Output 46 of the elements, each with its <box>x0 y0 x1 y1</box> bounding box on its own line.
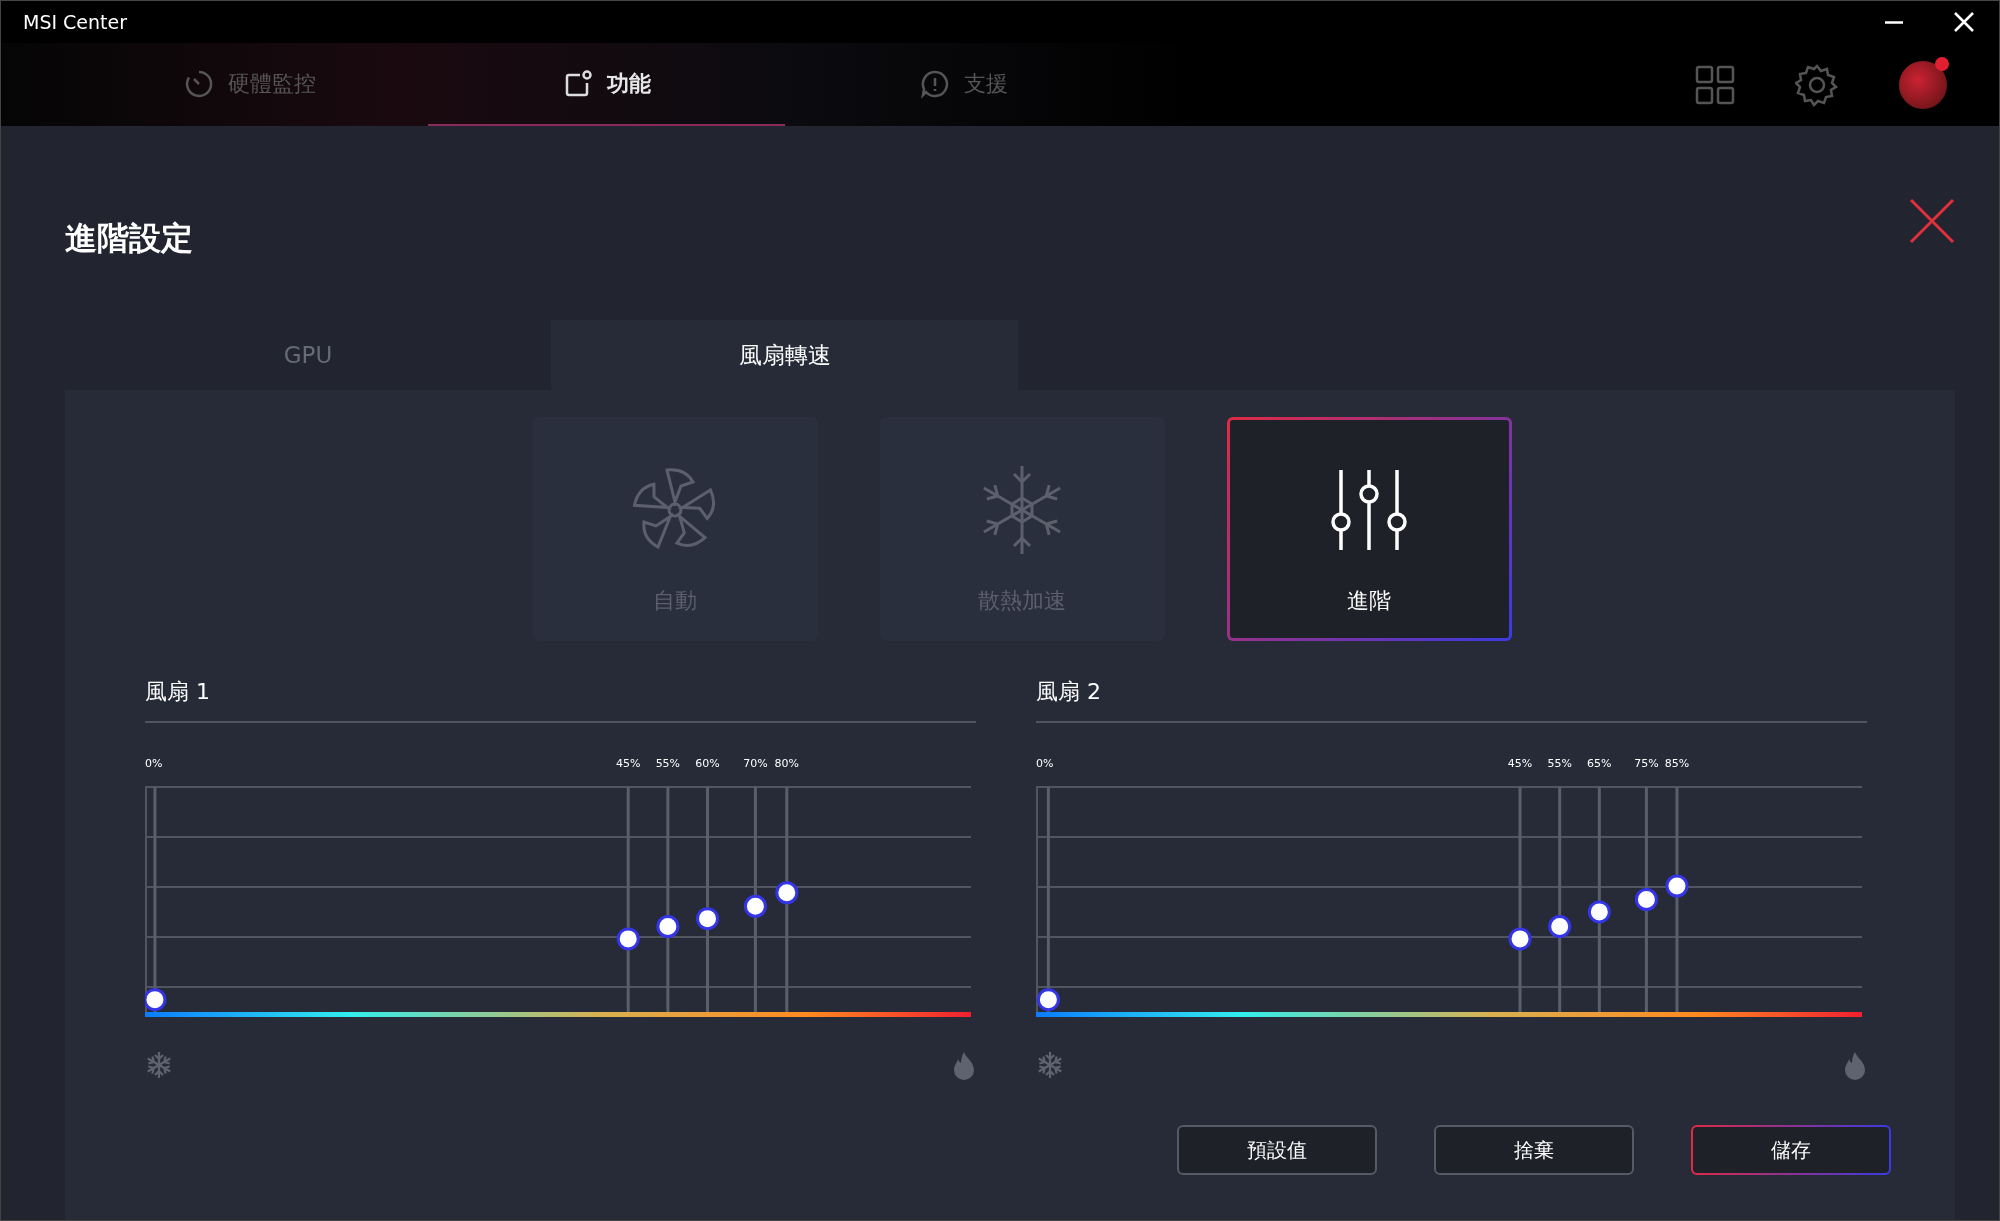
close-icon <box>1953 11 1975 33</box>
grid-icon[interactable] <box>1695 64 1735 105</box>
point-label: 45% <box>616 757 641 770</box>
curve-point[interactable] <box>616 927 640 951</box>
nav-tab[interactable]: 功能 <box>428 43 785 126</box>
curve-point[interactable] <box>743 894 767 918</box>
point-label: 60% <box>695 757 720 770</box>
curve-point[interactable] <box>775 881 799 905</box>
point-label: 75% <box>1634 757 1659 770</box>
snowflake-icon <box>1036 1051 1064 1079</box>
point-label: 45% <box>1507 757 1533 770</box>
minimize-icon <box>1885 20 1903 24</box>
gauge-icon <box>183 68 214 99</box>
chat-alert-icon <box>919 68 950 99</box>
close-icon[interactable] <box>1909 198 1955 244</box>
curve-point[interactable] <box>1665 874 1689 898</box>
point-label: 85% <box>1664 757 1690 770</box>
fan-title: 風扇 2 <box>1036 677 1867 723</box>
window-title: MSI Center <box>23 11 129 33</box>
point-label: 65% <box>1587 757 1612 770</box>
user-avatar[interactable] <box>1899 60 1947 109</box>
page-title: 進階設定 <box>65 218 193 259</box>
point-label: 0% <box>145 757 163 770</box>
point-label: 55% <box>655 757 681 770</box>
curve-point[interactable] <box>1634 888 1658 911</box>
curve-point[interactable] <box>1548 915 1572 938</box>
flame-icon <box>1843 1051 1867 1081</box>
snowflake-icon <box>145 1051 173 1079</box>
sub-tab[interactable]: 風扇轉速 <box>551 320 1018 390</box>
action-button[interactable]: 預設值 <box>1177 1125 1377 1175</box>
point-label: 0% <box>1036 757 1054 770</box>
action-button[interactable]: 儲存 <box>1691 1125 1891 1175</box>
curve-point[interactable] <box>1587 900 1611 924</box>
flame-icon <box>952 1051 976 1081</box>
notification-dot <box>1935 56 1949 71</box>
curve-point[interactable] <box>145 988 167 1012</box>
curve-point[interactable] <box>656 915 680 938</box>
point-label: 70% <box>743 757 768 770</box>
curve-point[interactable] <box>1036 988 1060 1012</box>
point-label: 55% <box>1547 757 1572 770</box>
curve-point[interactable] <box>696 907 719 931</box>
curve-point[interactable] <box>1508 927 1532 951</box>
point-label: 80% <box>774 757 800 770</box>
action-button[interactable]: 捨棄 <box>1434 1125 1634 1175</box>
fan-title: 風扇 1 <box>145 677 976 723</box>
settings-icon[interactable] <box>1795 62 1839 107</box>
